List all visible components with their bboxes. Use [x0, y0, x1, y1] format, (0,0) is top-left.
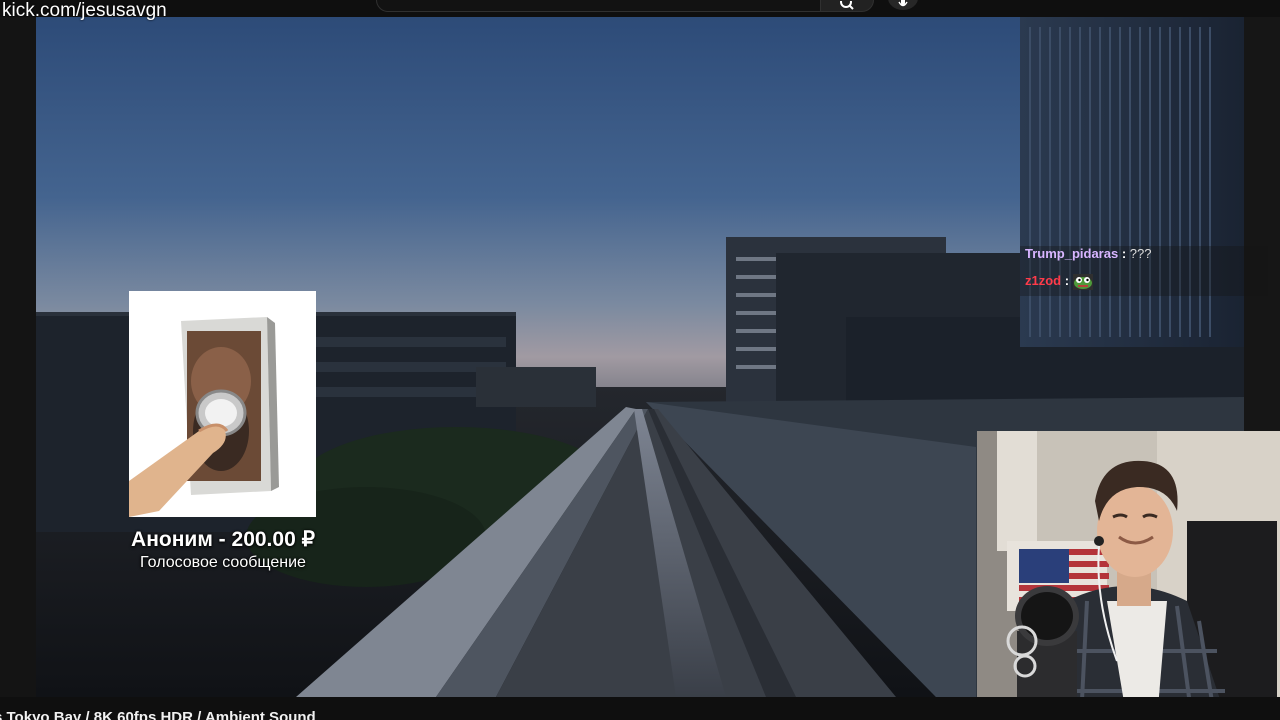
mic-button[interactable] [888, 0, 918, 10]
chat-separator: : [1064, 273, 1070, 288]
donation-alert-image [129, 291, 316, 517]
search-icon [840, 1, 854, 10]
page-background-right [1244, 17, 1280, 431]
page-background-left [0, 17, 36, 697]
chat-separator: : [1121, 246, 1127, 261]
search-button[interactable] [820, 0, 874, 12]
pepe-emote-icon [1072, 273, 1093, 290]
chat-text: ??? [1129, 246, 1152, 261]
streamer-webcam [977, 431, 1280, 720]
screen: kick.com/jesusavgn Trump_pidaras: ??? z… [0, 0, 1280, 720]
doorbell-button-image [129, 291, 316, 517]
chat-message: Trump_pidaras : ??? [1025, 246, 1152, 261]
chat-username: Trump_pidaras [1025, 246, 1119, 261]
webcam-feed [977, 431, 1280, 720]
chat-message: z1zod : [1025, 273, 1093, 290]
search-input[interactable] [376, 0, 822, 12]
top-bar [0, 0, 1280, 17]
stream-url-overlay: kick.com/jesusavgn [2, 0, 167, 21]
donation-alert-title: Аноним - 200.00 ₽ [131, 528, 315, 551]
chat-username: z1zod [1025, 273, 1062, 288]
video-title[interactable]: s Tokyo Bay / 8K 60fps HDR / Ambient Sou… [0, 709, 316, 720]
donation-alert-subtitle: Голосовое сообщение [140, 554, 306, 571]
chat-overlay: Trump_pidaras : ??? z1zod : [1020, 246, 1268, 296]
mic-icon [898, 0, 908, 7]
